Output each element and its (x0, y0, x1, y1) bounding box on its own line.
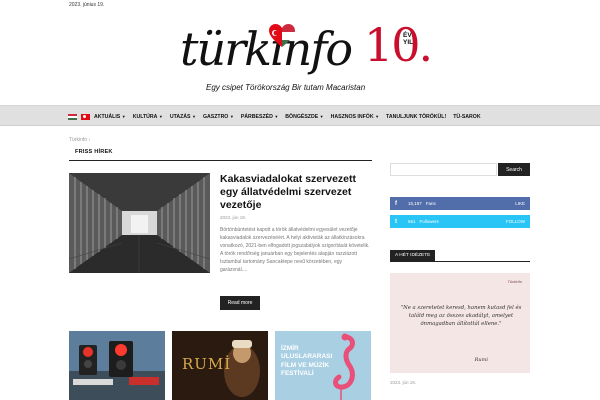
breadcrumb-separator: › (88, 137, 91, 143)
facebook-icon: f (395, 200, 397, 207)
chevron-down-icon: ▼ (121, 114, 126, 119)
search-button[interactable]: Search (498, 163, 530, 176)
logo-anniversary-number: 10. (364, 18, 433, 72)
breadcrumb-home[interactable]: Türkinfo (69, 137, 87, 143)
nav-item-label: HASZNOS INFÓK (330, 113, 374, 120)
logo-ev: ÉV (403, 32, 412, 39)
site-logo[interactable]: türkinfo 10. ÉV YIL Egy csipet Törökorsz… (178, 18, 433, 98)
nav-item-label: GASZTRO (202, 113, 229, 120)
heart-flag-icon (269, 24, 295, 47)
top-bar: 2023. június 19. (0, 0, 600, 12)
chevron-down-icon: ▼ (319, 114, 324, 119)
nav-item-4[interactable]: PÁRBESZÉD ▼ (241, 114, 278, 120)
nav-item-8[interactable]: TÜ-SAROK (453, 114, 480, 120)
nav-item-0[interactable]: AKTUÁLIS ▼ (94, 114, 126, 120)
nav-item-label: BÖNGÉSZDE (285, 113, 319, 120)
quote-author: Rumi (474, 357, 488, 363)
hungarian-flag-icon[interactable] (68, 113, 77, 120)
nav-item-label: TANULJUNK TÖRÖKÜL! (386, 113, 447, 120)
facebook-count: 15,187 (408, 201, 422, 206)
featured-article-date: 2023. jún 19. (220, 215, 247, 220)
logo-yil: YIL (403, 39, 414, 47)
breadcrumb: Türkinfo › (69, 137, 90, 143)
logo-anniversary-label: ÉV YIL (403, 32, 413, 46)
main-nav-items: AKTUÁLIS ▼ KULTÚRA ▼ UTAZÁS ▼ GASZTRO ▼ PÁRBESZÉ… (68, 106, 488, 127)
chevron-down-icon: ▼ (192, 114, 196, 119)
facebook-like-button[interactable]: LIKE (515, 201, 525, 206)
search-input[interactable] (390, 163, 497, 176)
quote-date: 2023. jún 19. (390, 380, 417, 385)
chevron-down-icon: ▼ (274, 114, 279, 119)
section-divider (69, 160, 372, 161)
twitter-label: Followers (419, 219, 439, 224)
section-title: FRISS HÍREK (75, 149, 113, 155)
twitter-follow-button[interactable]: FOLLOW (506, 219, 525, 224)
chevron-down-icon: ▼ (158, 114, 163, 119)
article-thumbnail[interactable] (69, 331, 165, 400)
nav-item-label: PÁRBESZÉD (240, 113, 273, 120)
quote-section-header: A HÉT IDÉZETE (390, 250, 530, 262)
nav-item-7[interactable]: TANULJUNK TÖRÖKÜL! (386, 114, 446, 120)
logo-tagline: Egy csipet Törökország Bir tutam Macaris… (206, 83, 366, 92)
facebook-fans-bar[interactable]: f 15,187 Fans LIKE (390, 197, 530, 210)
nav-item-label: AKTUÁLIS (94, 113, 121, 120)
thumbnail-caption: RUMİ (182, 355, 232, 373)
article-thumbnail[interactable]: İZMİR ULUSLARARASI FİLM VE MÜZİK FESTİVA… (275, 331, 371, 400)
twitter-icon: t (395, 218, 397, 225)
turkish-flag-icon[interactable] (81, 113, 90, 120)
nav-item-label: UTAZÁS (169, 113, 191, 120)
read-more-button[interactable]: Read more (220, 296, 260, 310)
featured-article-excerpt: Börtönbüntetést kapott a török állatvéde… (220, 227, 370, 273)
main-nav: AKTUÁLIS ▼ KULTÚRA ▼ UTAZÁS ▼ GASZTRO ▼ PÁRBESZÉ… (0, 105, 600, 126)
facebook-label: Fans (425, 201, 436, 206)
nav-item-5[interactable]: BÖNGÉSZDE ▼ (285, 114, 323, 120)
nav-item-label: TÜ-SAROK (453, 113, 481, 120)
nav-item-label: KULTÚRA (132, 113, 158, 120)
twitter-count: 561 (408, 219, 416, 224)
nav-item-1[interactable]: KULTÚRA ▼ (133, 114, 163, 120)
nav-item-2[interactable]: UTAZÁS ▼ (170, 114, 196, 120)
thumbnail-caption: İZMİR ULUSLARARASI FİLM VE MÜZİK FESTİVA… (281, 345, 333, 378)
current-date: 2023. június 19. (69, 2, 105, 8)
nav-item-3[interactable]: GASZTRO ▼ (203, 114, 234, 120)
chevron-down-icon: ▼ (375, 114, 380, 119)
corridor-image (69, 173, 210, 273)
quote-text: "Ne a szeretetet keresd, hanem kutasd fe… (400, 305, 522, 328)
traffic-light-image (69, 331, 165, 400)
logo-wordmark: türkinfo (180, 22, 353, 76)
chevron-down-icon: ▼ (229, 114, 234, 119)
quote-card[interactable]: Türkinfo "Ne a szeretetet keresd, hanem … (390, 273, 530, 373)
nav-item-6[interactable]: HASZNOS INFÓK ▼ (331, 114, 379, 120)
article-thumbnail[interactable]: RUMİ (172, 331, 268, 400)
twitter-followers-bar[interactable]: t 561 Followers FOLLOW (390, 215, 530, 228)
featured-article-image[interactable] (69, 173, 210, 273)
quote-section-title: A HÉT IDÉZETE (390, 250, 436, 261)
quote-brand: Türkinfo (507, 279, 522, 284)
featured-article-title[interactable]: Kakasviadalokat szervezett egy állatvéde… (220, 173, 372, 212)
